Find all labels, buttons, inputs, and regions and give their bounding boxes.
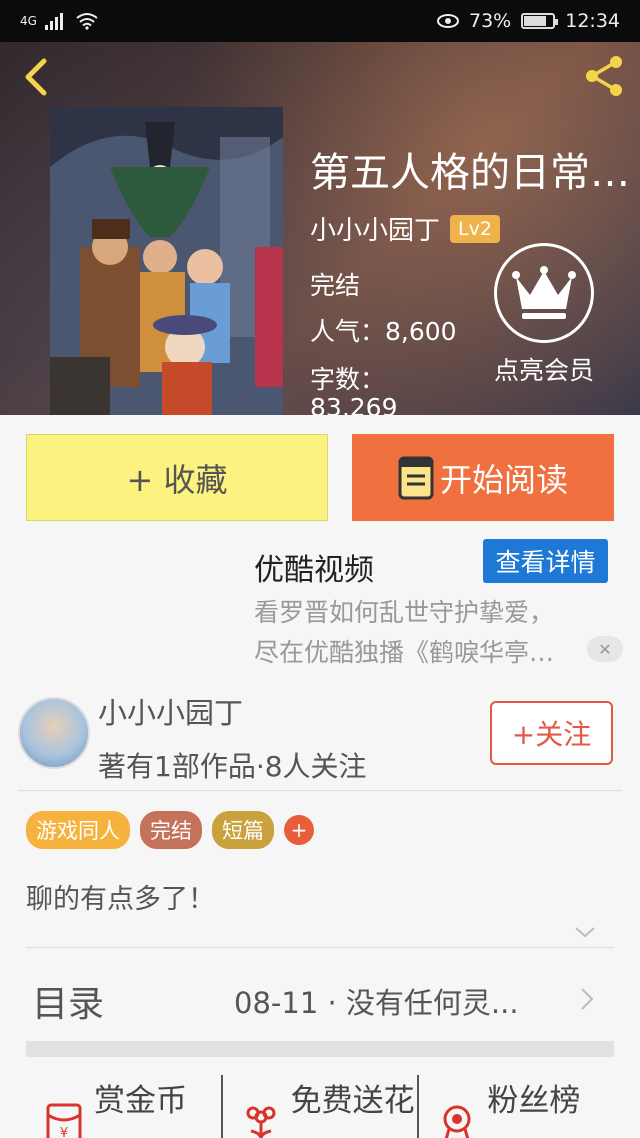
flower-icon [246, 1106, 276, 1138]
start-reading-label: 开始阅读 [439, 460, 568, 499]
network-label: 4G [20, 14, 37, 28]
tag-item[interactable]: 游戏同人 [26, 811, 130, 849]
book-detail-content: + 收藏 开始阅读 优酷视频 查看详情 看罗晋如何乱世守护挚爱， 尽在优酷独播《… [0, 415, 640, 1138]
share-icon[interactable] [580, 52, 628, 100]
add-tag-button[interactable]: + [284, 815, 314, 845]
fan-ranking-label: 粉丝榜 [487, 1083, 581, 1119]
book-status: 完结 [310, 271, 361, 300]
start-reading-button[interactable]: 开始阅读 [352, 434, 614, 521]
author-avatar[interactable] [18, 697, 90, 769]
battery-percent: 73% [469, 10, 512, 32]
ad-text-line-2[interactable]: 尽在优酷独播《鹤唳华亭… [254, 633, 594, 669]
red-envelope-icon: ¥ [46, 1103, 82, 1138]
tag-item[interactable]: 完结 [140, 811, 202, 849]
word-count: 83,269 [310, 393, 398, 415]
crown-icon [494, 243, 594, 343]
divider [26, 947, 614, 948]
send-flowers-label: 免费送花 [290, 1083, 415, 1119]
divider [18, 790, 622, 791]
reward-coins-label: 赏金币 [94, 1083, 187, 1119]
medal-icon [443, 1105, 471, 1138]
toc-latest-chapter[interactable]: 08-11 · 没有任何灵... [234, 980, 519, 1022]
book-header: 4G 73% 12:34 第五人格的日常… 小小小园丁 Lv2 完结 人气：8,… [0, 0, 640, 415]
wifi-icon [76, 13, 98, 30]
author-row[interactable]: 小小小园丁 Lv2 [310, 210, 500, 247]
send-flowers-tab[interactable]: 免费送花 [220, 1075, 418, 1138]
level-badge: Lv2 [450, 214, 500, 243]
signal-icon [44, 13, 63, 30]
book-description: 聊的有点多了！ [26, 884, 215, 915]
chevron-down-icon[interactable] [574, 925, 596, 939]
book-icon [398, 456, 434, 499]
word-count-label: 字数： [310, 365, 386, 394]
toc-label[interactable]: 目录 [32, 975, 104, 1027]
ad-details-button[interactable]: 查看详情 [483, 539, 608, 583]
battery-icon [521, 13, 559, 29]
clock: 12:34 [565, 10, 620, 32]
tag-list: 游戏同人 完结 短篇 + [26, 811, 314, 849]
fan-ranking-tab[interactable]: 粉丝榜 [417, 1075, 614, 1138]
vip-label: 点亮会员 [493, 356, 594, 385]
status-bar: 4G 73% 12:34 [0, 0, 640, 42]
tag-item[interactable]: 短篇 [212, 811, 274, 849]
section-separator [26, 1041, 614, 1057]
author-card-name[interactable]: 小小小园丁 [98, 690, 243, 732]
vip-activate[interactable]: 点亮会员 [488, 243, 600, 387]
author-name[interactable]: 小小小园丁 [310, 210, 440, 247]
author-card-stats: 著有1部作品·8人关注 [98, 750, 367, 783]
ad-title[interactable]: 优酷视频 [254, 545, 374, 589]
ad-close-button[interactable]: ✕ [587, 636, 623, 662]
back-arrow-icon[interactable] [18, 55, 58, 99]
book-title: 第五人格的日常… [310, 150, 630, 196]
book-cover[interactable] [50, 107, 283, 415]
collect-button[interactable]: + 收藏 [26, 434, 328, 521]
follow-button[interactable]: +关注 [490, 701, 613, 765]
cover-illustration [50, 107, 283, 415]
eye-icon [437, 14, 459, 28]
popularity: 人气：8,600 [310, 317, 457, 346]
svg-text:¥: ¥ [60, 1126, 68, 1138]
bottom-actions: ¥ 赏金币 免费送花 粉丝榜 [26, 1075, 614, 1138]
reward-coins-tab[interactable]: ¥ 赏金币 [26, 1075, 221, 1138]
ad-text-line-1[interactable]: 看罗晋如何乱世守护挚爱， [254, 593, 554, 629]
chevron-right-icon[interactable] [580, 987, 594, 1011]
